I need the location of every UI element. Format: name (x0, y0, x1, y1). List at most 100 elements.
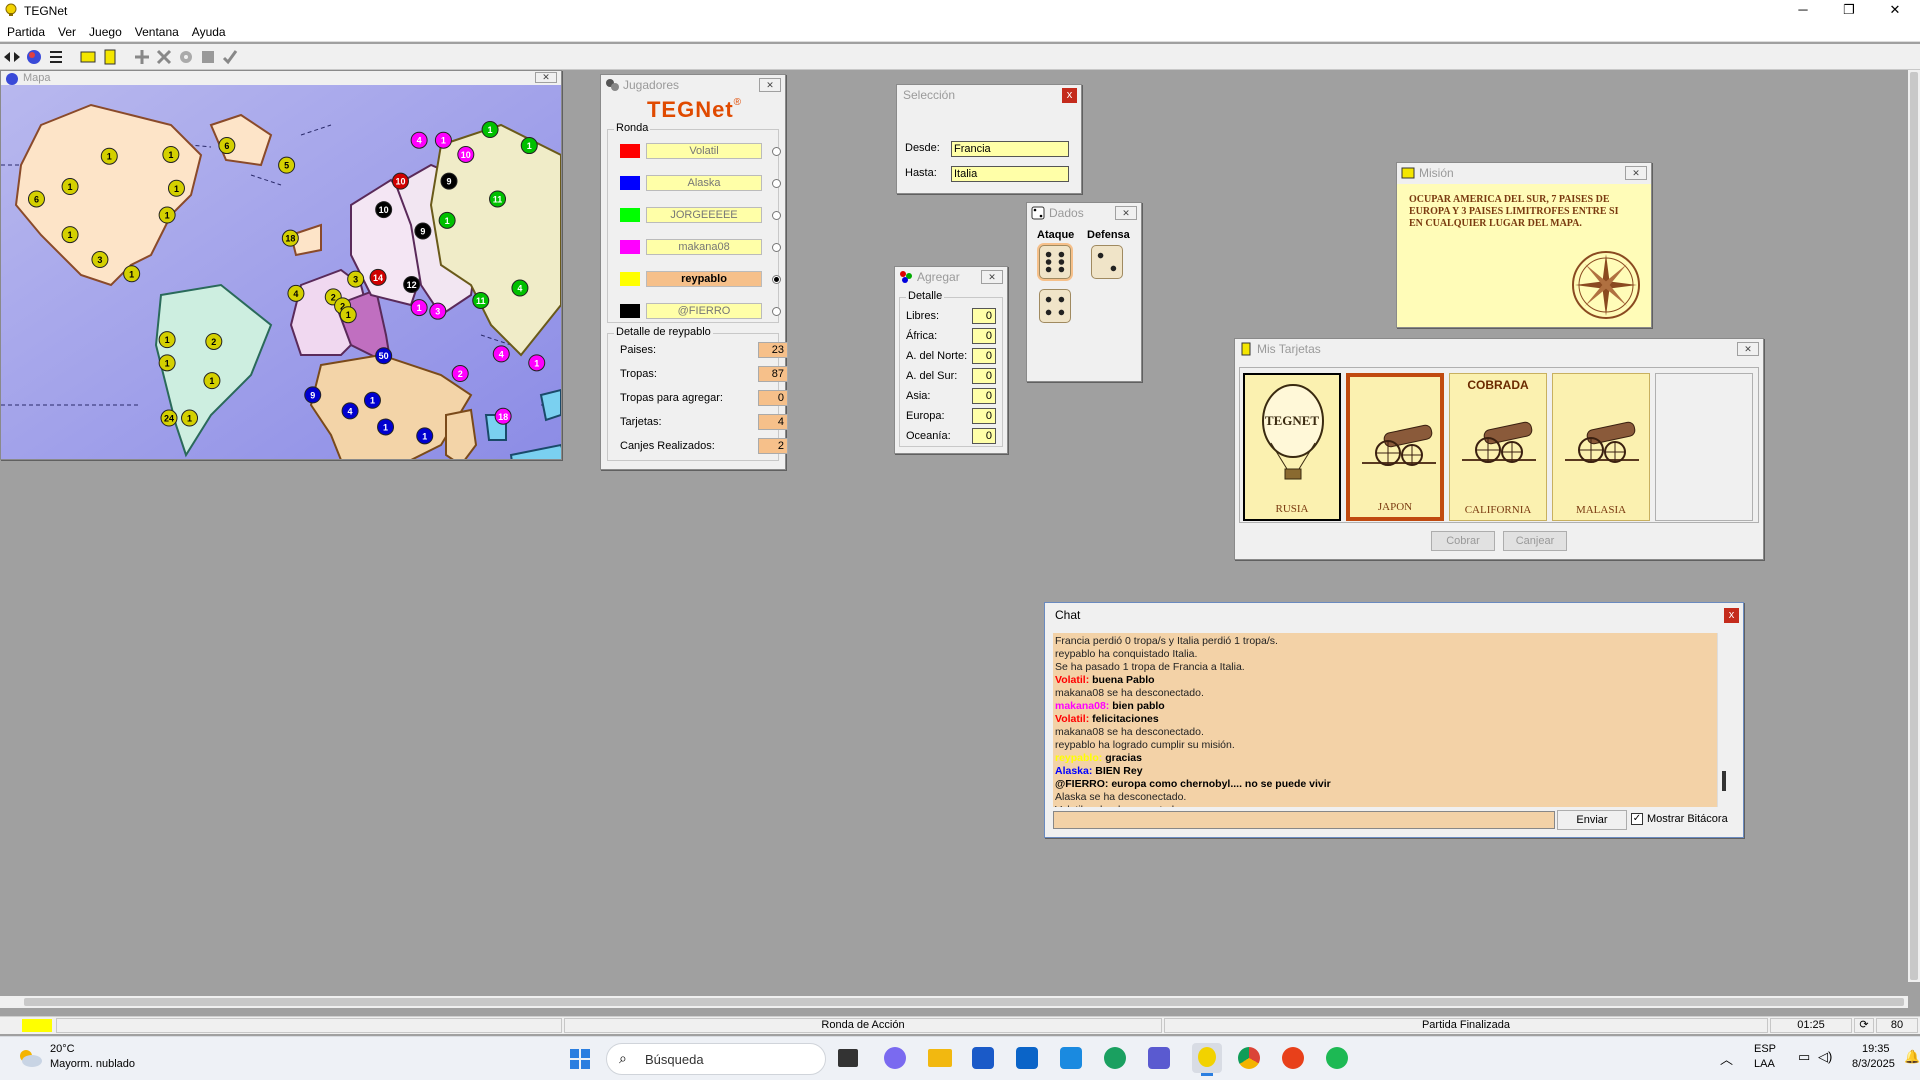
army-marker[interactable]: 9 (304, 386, 322, 404)
menu-partida[interactable]: Partida (0, 22, 51, 39)
cobrar-button[interactable]: Cobrar (1431, 531, 1495, 551)
task-view-icon[interactable] (838, 1049, 858, 1067)
add-icon[interactable] (132, 47, 152, 67)
army-marker[interactable]: 18 (494, 407, 512, 425)
chrome-icon[interactable] (1238, 1047, 1260, 1069)
mostrar-bitacora-checkbox[interactable]: ✓ (1631, 813, 1643, 825)
player-row[interactable]: Volatil (620, 142, 781, 160)
army-marker[interactable]: 9 (414, 222, 432, 240)
seleccion-close-button[interactable]: x (1062, 88, 1077, 103)
globe-icon[interactable] (24, 47, 44, 67)
country-card[interactable]: TEGNET RUSIA (1243, 373, 1341, 521)
army-marker[interactable]: 1 (181, 409, 199, 427)
army-marker[interactable]: 1 (528, 354, 546, 372)
windows-start-icon[interactable] (570, 1049, 590, 1069)
army-marker[interactable]: 4 (341, 402, 359, 420)
close-button[interactable]: ✕ (1872, 0, 1918, 22)
army-marker[interactable]: 11 (489, 190, 507, 208)
army-marker[interactable]: 1 (167, 179, 185, 197)
jugadores-close-button[interactable]: ✕ (759, 78, 781, 92)
horizontal-scrollbar[interactable] (0, 996, 1908, 1008)
card-icon[interactable] (100, 47, 120, 67)
chat-scrollbar[interactable] (1717, 633, 1731, 807)
player-row[interactable]: Alaska (620, 174, 781, 192)
army-marker[interactable]: 4 (410, 131, 428, 149)
agregar-value[interactable]: 0 (972, 368, 996, 384)
army-marker[interactable]: 1 (481, 121, 499, 139)
army-marker[interactable]: 1 (339, 306, 357, 324)
army-marker[interactable]: 2 (451, 365, 469, 383)
network-icon[interactable]: ▭ (1798, 1049, 1810, 1065)
player-radio[interactable] (772, 211, 781, 220)
army-marker[interactable]: 1 (158, 331, 176, 349)
army-marker[interactable]: 1 (123, 265, 141, 283)
spotify-icon[interactable] (1326, 1047, 1348, 1069)
army-marker[interactable]: 1 (520, 137, 538, 155)
taskbar-search[interactable]: ⌕ Búsqueda (606, 1043, 826, 1075)
player-radio[interactable] (772, 307, 781, 316)
army-marker[interactable]: 3 (347, 270, 365, 288)
vertical-scrollbar[interactable] (1908, 70, 1920, 982)
page-icon[interactable] (198, 47, 218, 67)
army-marker[interactable]: 14 (369, 268, 387, 286)
clock-date[interactable]: 8/3/2025 (1852, 1058, 1895, 1070)
country-card[interactable]: MALASIA (1552, 373, 1650, 521)
army-marker[interactable]: 1 (416, 427, 434, 445)
country-card[interactable]: JAPON (1346, 373, 1444, 521)
agregar-value[interactable]: 0 (972, 408, 996, 424)
chat-close-button[interactable]: x (1724, 608, 1739, 623)
army-marker[interactable]: 18 (281, 229, 299, 247)
army-marker[interactable]: 1 (410, 299, 428, 317)
player-radio[interactable] (772, 179, 781, 188)
world-map[interactable]: 1611161311518242311014104 11099121 3111111… (1, 85, 561, 459)
army-marker[interactable]: 1 (377, 418, 395, 436)
todo-icon[interactable] (1060, 1047, 1082, 1069)
army-marker[interactable]: 4 (492, 345, 510, 363)
player-radio[interactable] (772, 275, 781, 284)
outlook-icon[interactable] (1016, 1047, 1038, 1069)
menu-ventana[interactable]: Ventana (128, 22, 185, 39)
language-2[interactable]: LAA (1754, 1058, 1775, 1070)
army-marker[interactable]: 9 (440, 172, 458, 190)
edge-icon[interactable] (1104, 1047, 1126, 1069)
army-marker[interactable]: 10 (457, 145, 475, 163)
list-icon[interactable] (46, 47, 66, 67)
restore-button[interactable]: ❐ (1826, 0, 1872, 22)
country-card[interactable]: COBRADA CALIFORNIA (1449, 373, 1547, 521)
army-marker[interactable]: 1 (363, 391, 381, 409)
volume-icon[interactable]: ◁) (1818, 1049, 1832, 1065)
chevron-up-icon[interactable]: ︿ (1720, 1049, 1733, 1068)
agregar-close-button[interactable]: ✕ (981, 270, 1003, 284)
player-radio[interactable] (772, 147, 781, 156)
menu-ayuda[interactable]: Ayuda (185, 22, 232, 39)
chat-log[interactable]: Francia perdió 0 tropa/s y Italia perdió… (1053, 633, 1717, 807)
tarjetas-close-button[interactable]: ✕ (1737, 342, 1759, 356)
army-marker[interactable]: 1 (438, 211, 456, 229)
agregar-value[interactable]: 0 (972, 428, 996, 444)
language-1[interactable]: ESP (1754, 1043, 1776, 1055)
army-marker[interactable]: 24 (160, 409, 178, 427)
teams-icon[interactable] (1148, 1047, 1170, 1069)
player-row[interactable]: reypablo (620, 270, 781, 288)
menu-juego[interactable]: Juego (82, 22, 128, 39)
menu-ver[interactable]: Ver (51, 22, 82, 39)
check-icon[interactable] (220, 47, 240, 67)
window-yellow-icon[interactable] (78, 47, 98, 67)
clock-time[interactable]: 19:35 (1862, 1043, 1890, 1055)
army-marker[interactable]: 1 (158, 354, 176, 372)
mision-close-button[interactable]: ✕ (1625, 166, 1647, 180)
army-marker[interactable]: 2 (205, 332, 223, 350)
connect-icon[interactable] (2, 47, 22, 67)
agregar-value[interactable]: 0 (972, 328, 996, 344)
army-marker[interactable]: 10 (375, 201, 393, 219)
army-marker[interactable]: 1 (100, 147, 118, 165)
ea-icon[interactable] (1282, 1047, 1304, 1069)
army-marker[interactable]: 1 (434, 131, 452, 149)
dados-close-button[interactable]: ✕ (1115, 206, 1137, 220)
enviar-button[interactable]: Enviar (1557, 810, 1627, 830)
army-marker[interactable]: 10 (391, 172, 409, 190)
army-marker[interactable]: 1 (203, 372, 221, 390)
settings-icon[interactable] (176, 47, 196, 67)
store-icon[interactable] (972, 1047, 994, 1069)
army-marker[interactable]: 6 (218, 137, 236, 155)
